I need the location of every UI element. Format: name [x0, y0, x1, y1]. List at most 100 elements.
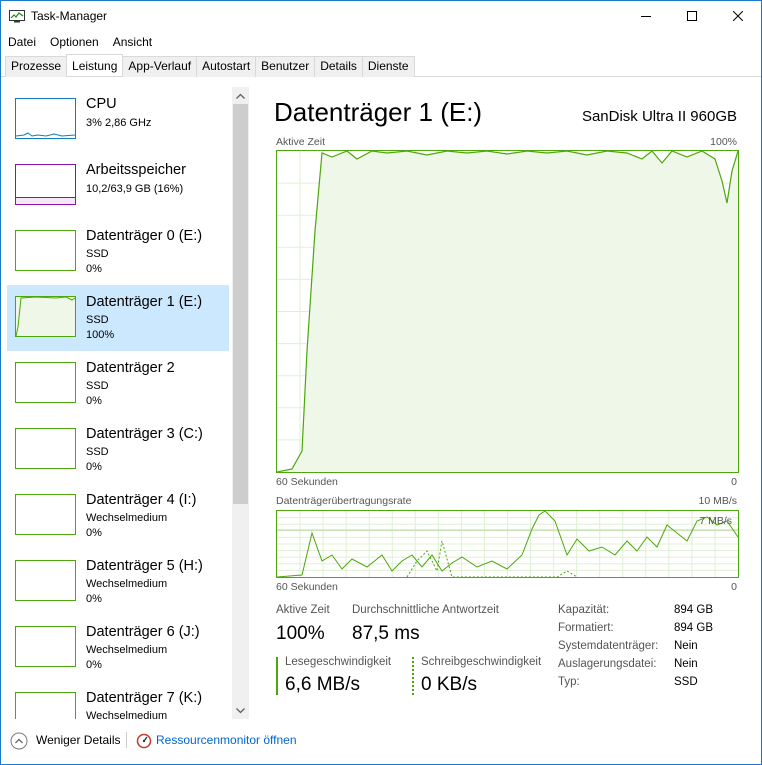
- sidebar-item-type: Wechselmedium: [86, 578, 168, 590]
- transfer-rate-graph: 7 MB/s: [276, 510, 739, 578]
- menu-optionen[interactable]: Optionen: [43, 32, 106, 52]
- disk-model: SanDisk Ultra II 960GB: [581, 108, 737, 125]
- close-icon: [733, 11, 743, 21]
- fewer-details-link[interactable]: Weniger Details: [36, 733, 120, 747]
- task-manager-icon: [9, 10, 25, 23]
- task-manager-window: Task-Manager Datei Optionen Ansicht Proz…: [0, 0, 762, 765]
- menu-ansicht[interactable]: Ansicht: [106, 32, 159, 52]
- sidebar-item-title: Datenträger 2: [86, 360, 175, 376]
- read-speed-label: Lesegeschwindigkeit: [285, 656, 392, 668]
- memory-mini-graph: [15, 164, 76, 205]
- tab-benutzer[interactable]: Benutzer: [255, 56, 316, 77]
- sidebar-item-type: Wechselmedium: [86, 710, 168, 719]
- chevron-up-circle-icon[interactable]: [10, 732, 28, 750]
- sidebar-item-title: Datenträger 7 (K:): [86, 690, 203, 706]
- disk-mini-graph: [15, 560, 76, 601]
- active-time-label: Aktive Zeit: [276, 604, 330, 616]
- menu-datei[interactable]: Datei: [1, 32, 43, 52]
- tab-details[interactable]: Details: [314, 56, 363, 77]
- graph-active-label: Aktive Zeit: [276, 136, 326, 148]
- tab-leistung[interactable]: Leistung: [66, 54, 124, 76]
- response-time-value: 87,5 ms: [352, 623, 420, 644]
- close-button[interactable]: [715, 1, 761, 31]
- response-time-label: Durchschnittliche Antwortzeit: [352, 604, 500, 616]
- write-speed-value: 0 KB/s: [421, 674, 477, 695]
- sidebar-item-usage: 0%: [86, 659, 102, 671]
- graph-active-max: 100%: [710, 136, 737, 148]
- scroll-thumb[interactable]: [233, 104, 248, 504]
- sidebar-item-title: CPU: [86, 96, 117, 112]
- sidebar-item-usage: 0%: [86, 527, 102, 539]
- sidebar-item-cpu[interactable]: CPU 3% 2,86 GHz: [7, 87, 229, 153]
- active-time-chart: [277, 151, 738, 472]
- formatted-value: 894 GB: [674, 622, 713, 634]
- tab-dienste[interactable]: Dienste: [361, 56, 415, 77]
- tab-bar: Prozesse Leistung App-Verlauf Autostart …: [1, 54, 761, 77]
- sidebar-item-disk-1[interactable]: Datenträger 1 (E:) SSD 100%: [7, 285, 229, 351]
- sidebar-item-detail: 10,2/63,9 GB (16%): [86, 183, 184, 195]
- active-time-graph: [276, 150, 739, 473]
- page-title: Datenträger 1 (E:): [274, 97, 483, 127]
- type-label: Typ:: [558, 676, 580, 688]
- read-speed-value: 6,6 MB/s: [285, 674, 360, 695]
- sidebar-item-disk-3[interactable]: Datenträger 3 (C:) SSD 0%: [7, 417, 229, 483]
- sidebar-item-type: Wechselmedium: [86, 512, 168, 524]
- scroll-up-arrow[interactable]: [232, 87, 249, 104]
- write-speed-label: Schreibgeschwindigkeit: [421, 656, 542, 668]
- sidebar-item-type: SSD: [86, 248, 109, 260]
- graph-transfer-mid: 7 MB/s: [699, 515, 732, 527]
- sidebar-item-disk-0[interactable]: Datenträger 0 (E:) SSD 0%: [7, 219, 229, 285]
- minimize-button[interactable]: [623, 1, 669, 31]
- chevron-up-icon: [236, 93, 245, 99]
- system-disk-label: Systemdatenträger:: [558, 640, 659, 652]
- chevron-down-icon: [236, 707, 245, 713]
- sidebar-item-memory[interactable]: Arbeitsspeicher 10,2/63,9 GB (16%): [7, 153, 229, 219]
- sidebar-item-title: Datenträger 6 (J:): [86, 624, 200, 640]
- sidebar-item-type: Wechselmedium: [86, 644, 168, 656]
- active-time-value: 100%: [276, 623, 325, 644]
- tab-prozesse[interactable]: Prozesse: [5, 56, 68, 77]
- sidebar-item-title: Datenträger 1 (E:): [86, 294, 203, 310]
- formatted-label: Formatiert:: [558, 622, 614, 634]
- maximize-icon: [687, 11, 697, 21]
- sidebar-item-usage: 100%: [86, 329, 115, 341]
- sidebar-item-usage: 0%: [86, 263, 102, 275]
- transfer-rate-chart: [277, 511, 738, 577]
- sidebar-item-type: SSD: [86, 446, 109, 458]
- maximize-button[interactable]: [669, 1, 715, 31]
- sidebar-item-disk-2[interactable]: Datenträger 2 SSD 0%: [7, 351, 229, 417]
- sidebar-item-disk-6[interactable]: Datenträger 6 (J:) Wechselmedium 0%: [7, 615, 229, 681]
- tab-app-verlauf[interactable]: App-Verlauf: [122, 56, 198, 77]
- graph-transfer-time: 60 Sekunden: [276, 581, 338, 593]
- footer: Weniger Details Ressourcenmonitor öffnen: [1, 729, 761, 753]
- open-resource-monitor-link[interactable]: Ressourcenmonitor öffnen: [156, 733, 297, 747]
- performance-sidebar: CPU 3% 2,86 GHz Arbeitsspeicher 10,2/63,…: [1, 87, 251, 719]
- disk-mini-graph: [15, 296, 76, 337]
- disk-mini-graph: [15, 494, 76, 535]
- sidebar-item-disk-5[interactable]: Datenträger 5 (H:) Wechselmedium 0%: [7, 549, 229, 615]
- sidebar-item-title: Datenträger 0 (E:): [86, 228, 203, 244]
- sidebar-item-title: Datenträger 3 (C:): [86, 426, 203, 442]
- sidebar-item-title: Datenträger 5 (H:): [86, 558, 203, 574]
- disk-mini-graph: [15, 626, 76, 667]
- graph-active-time: 60 Sekunden: [276, 476, 338, 488]
- scroll-down-arrow[interactable]: [232, 702, 249, 719]
- graph-active-min: 0: [731, 476, 737, 488]
- sidebar-item-disk-7[interactable]: Datenträger 7 (K:) Wechselmedium 0%: [7, 681, 229, 719]
- window-title: Task-Manager: [31, 9, 108, 23]
- graph-transfer-max: 10 MB/s: [698, 495, 737, 507]
- write-indicator: [412, 657, 414, 695]
- sidebar-item-detail: 3% 2,86 GHz: [86, 117, 152, 129]
- tab-autostart[interactable]: Autostart: [196, 56, 257, 77]
- sidebar-item-usage: 0%: [86, 395, 102, 407]
- graph-transfer-min: 0: [731, 581, 737, 593]
- sidebar-item-title: Datenträger 4 (I:): [86, 492, 197, 508]
- capacity-label: Kapazität:: [558, 604, 610, 616]
- sidebar-item-disk-4[interactable]: Datenträger 4 (I:) Wechselmedium 0%: [7, 483, 229, 549]
- title-bar[interactable]: Task-Manager: [1, 1, 761, 31]
- sidebar-item-title: Arbeitsspeicher: [86, 162, 186, 178]
- disk-mini-graph: [15, 230, 76, 271]
- disk-mini-graph: [15, 692, 76, 719]
- minimize-icon: [641, 16, 651, 17]
- sidebar-scrollbar[interactable]: [232, 87, 249, 719]
